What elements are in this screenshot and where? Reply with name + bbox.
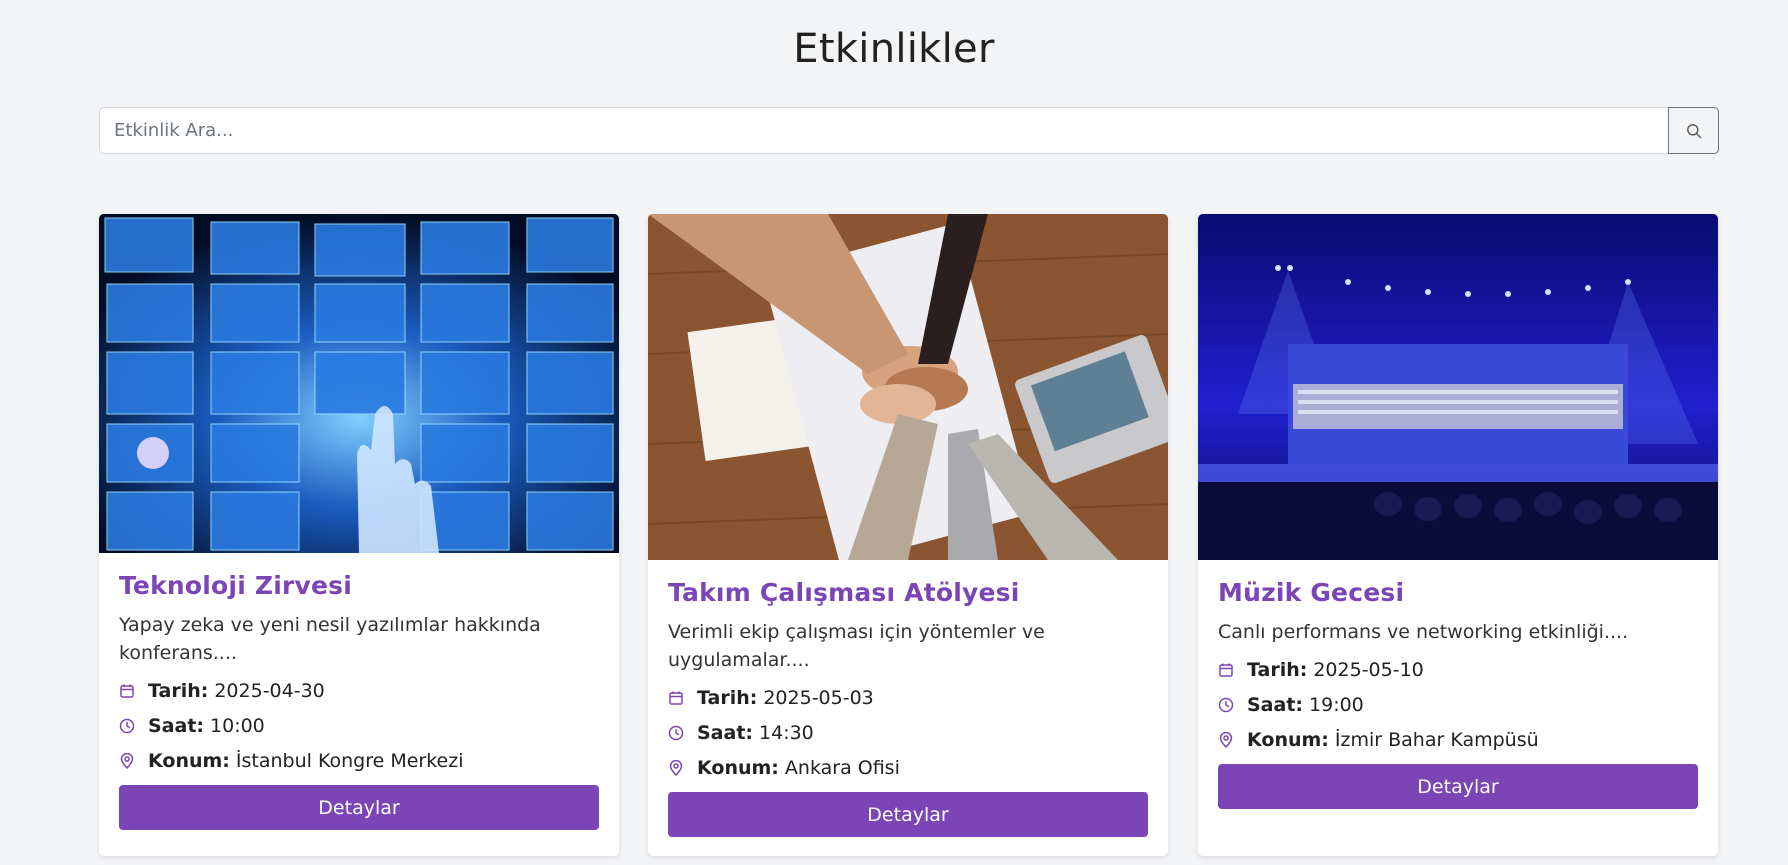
search-button[interactable]: [1668, 107, 1719, 154]
search-input[interactable]: [99, 107, 1668, 154]
calendar-icon: [1219, 663, 1233, 677]
time-label: Saat:: [1247, 693, 1304, 716]
event-location: Konum: İstanbul Kongre Merkezi: [119, 743, 599, 778]
event-title: Müzik Gecesi: [1218, 578, 1405, 607]
event-time: Saat: 19:00: [1218, 687, 1698, 722]
location-value: Ankara Ofisi: [784, 756, 900, 779]
date-value: 2025-05-03: [763, 686, 874, 709]
event-image-technology: [99, 214, 619, 553]
event-image-teamwork: [648, 214, 1168, 560]
location-pin-icon: [1219, 731, 1233, 748]
location-value: İstanbul Kongre Merkezi: [235, 749, 464, 772]
location-pin-icon: [669, 759, 683, 776]
event-description: Verimli ekip çalışması için yöntemler ve…: [668, 621, 1045, 671]
event-card-muzik-gecesi: Müzik Gecesi Canlı performans ve network…: [1198, 214, 1718, 856]
events-page: Etkinlikler Etkinlik Ara... Teknoloji Zi…: [0, 0, 1788, 865]
location-label: Konum:: [697, 756, 779, 779]
event-location: Konum: İzmir Bahar Kampüsü: [1218, 722, 1698, 757]
event-image-concert: [1198, 214, 1718, 560]
event-title: Takım Çalışması Atölyesi: [668, 578, 1020, 607]
date-value: 2025-05-10: [1313, 658, 1424, 681]
search-icon: [1686, 123, 1701, 138]
location-label: Konum:: [148, 749, 230, 772]
date-value: 2025-04-30: [214, 679, 325, 702]
details-button[interactable]: Detaylar: [668, 792, 1148, 837]
event-location: Konum: Ankara Ofisi: [668, 750, 1148, 785]
event-date: Tarih: 2025-05-03: [668, 680, 1148, 715]
event-card-teknoloji-zirvesi: Teknoloji Zirvesi Yapay zeka ve yeni nes…: [99, 214, 619, 856]
location-label: Konum:: [1247, 728, 1329, 751]
time-label: Saat:: [148, 714, 205, 737]
event-description: Canlı performans ve networking etkinliği…: [1218, 621, 1629, 643]
time-value: 19:00: [1309, 693, 1364, 716]
calendar-icon: [120, 684, 134, 698]
date-label: Tarih:: [148, 679, 209, 702]
details-button[interactable]: Detaylar: [119, 785, 599, 830]
details-button[interactable]: Detaylar: [1218, 764, 1698, 809]
date-label: Tarih:: [1247, 658, 1308, 681]
time-label: Saat:: [697, 721, 754, 744]
event-description: Yapay zeka ve yeni nesil yazılımlar hakk…: [119, 614, 541, 664]
event-title: Teknoloji Zirvesi: [119, 571, 353, 600]
event-meta: Tarih: 2025-05-10 Saat: 19:00 Konum: İzm…: [1218, 652, 1698, 757]
clock-icon: [668, 725, 684, 740]
event-card-takim-calismasi: Takım Çalışması Atölyesi Verimli ekip ça…: [648, 214, 1168, 856]
event-date: Tarih: 2025-04-30: [119, 673, 599, 708]
search-bar: [99, 107, 1719, 154]
location-pin-icon: [120, 752, 134, 769]
event-time: Saat: 14:30: [668, 715, 1148, 750]
clock-icon: [1218, 697, 1234, 712]
time-value: 14:30: [759, 721, 814, 744]
event-meta: Tarih: 2025-05-03 Saat: 14:30 Konum: Ank…: [668, 680, 1148, 785]
location-value: İzmir Bahar Kampüsü: [1334, 728, 1539, 751]
time-value: 10:00: [210, 714, 265, 737]
event-time: Saat: 10:00: [119, 708, 599, 743]
event-date: Tarih: 2025-05-10: [1218, 652, 1698, 687]
page-title: Etkinlikler: [793, 26, 995, 72]
date-label: Tarih:: [697, 686, 758, 709]
event-meta: Tarih: 2025-04-30 Saat: 10:00 Konum: İst…: [119, 673, 599, 778]
clock-icon: [119, 718, 135, 733]
calendar-icon: [669, 691, 683, 705]
